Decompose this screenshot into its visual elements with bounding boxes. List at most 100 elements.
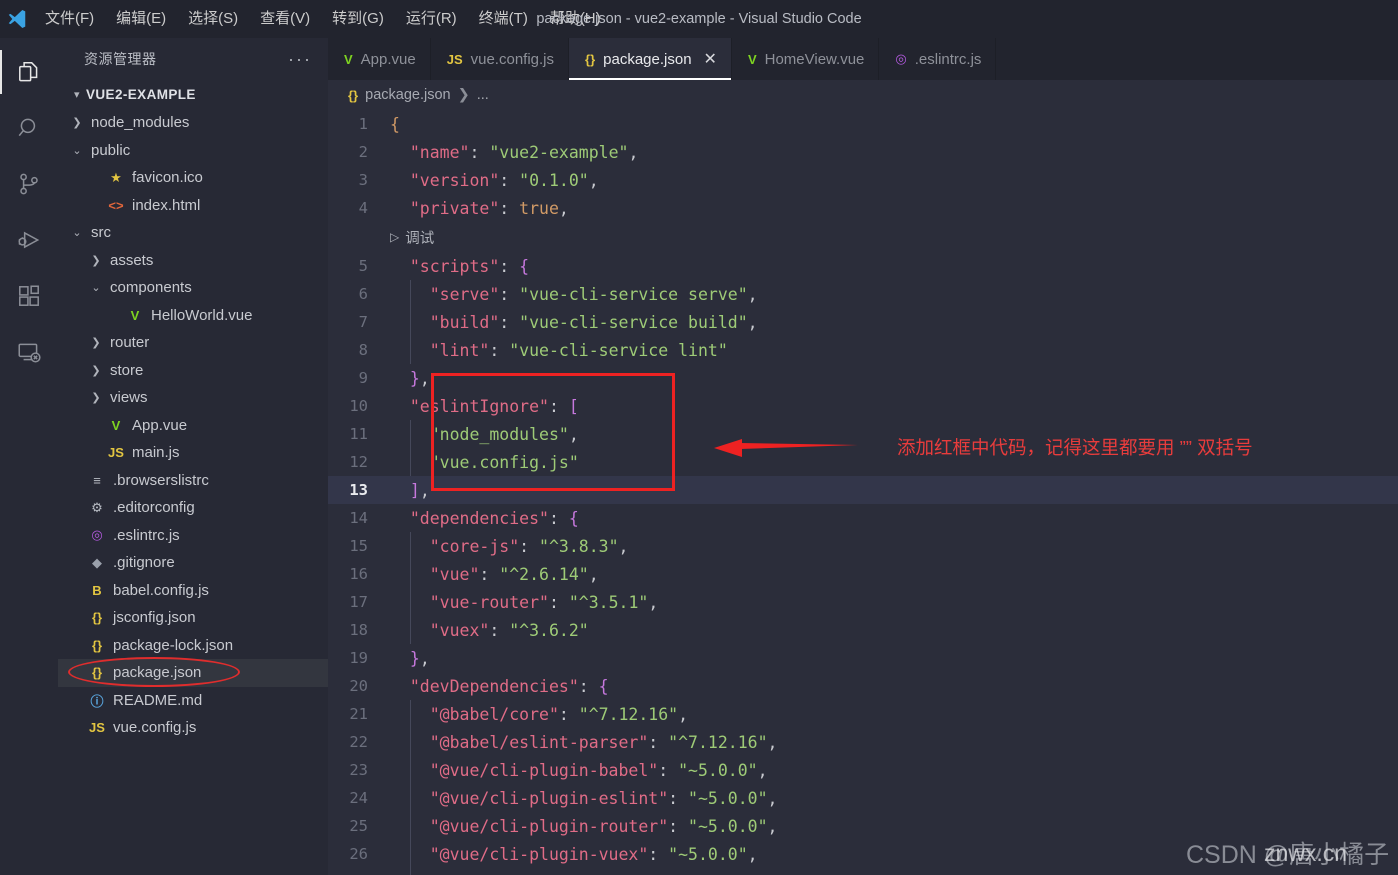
code-token: "~5.0.0" [678, 760, 758, 780]
code-line[interactable]: 25 "@vue/cli-plugin-router": "~5.0.0", [328, 812, 1398, 840]
tree-item-store[interactable]: ❯ store [58, 357, 328, 385]
tree-item-babel-config-js[interactable]: Bbabel.config.js [58, 577, 328, 605]
menu-view[interactable]: 查看(V) [249, 6, 321, 32]
tree-item-public[interactable]: ⌄ public [58, 137, 328, 165]
menu-edit[interactable]: 编辑(E) [105, 6, 177, 32]
breadcrumb-file[interactable]: package.json [365, 87, 450, 103]
menu-file[interactable]: 文件(F) [34, 6, 105, 32]
tree-item-views[interactable]: ❯ views [58, 384, 328, 412]
tab-vue-config-js[interactable]: JS vue.config.js [430, 38, 570, 80]
explorer-files-icon[interactable] [0, 44, 58, 100]
code-token: "vue-cli-service serve" [519, 284, 748, 304]
tree-item-label: jsconfig.json [113, 609, 196, 627]
chevron-right-icon[interactable]: ❯ [87, 391, 105, 404]
workspace-root-row[interactable]: ▾ VUE2-EXAMPLE [58, 80, 328, 108]
extensions-icon[interactable] [0, 268, 58, 324]
activity-bar [0, 38, 58, 875]
tree-item-label: main.js [132, 444, 180, 462]
code-line[interactable]: 18 "vuex": "^3.6.2" [328, 616, 1398, 644]
sidebar-header: 资源管理器 ··· [58, 38, 328, 80]
remote-explorer-icon[interactable] [0, 324, 58, 380]
code-line[interactable]: 27 "@vue/cli-service": "~5.0.0", [328, 868, 1398, 875]
code-token: "^2.6.14" [499, 564, 589, 584]
tree-item-favicon-ico[interactable]: ★ favicon.ico [58, 164, 328, 192]
tree-item--gitignore[interactable]: ◆ .gitignore [58, 549, 328, 577]
search-icon[interactable] [0, 100, 58, 156]
tab-package-json[interactable]: {} package.json ✕ [569, 38, 732, 80]
code-line[interactable]: 7 "build": "vue-cli-service build", [328, 308, 1398, 336]
code-line[interactable]: 17 "vue-router": "^3.5.1", [328, 588, 1398, 616]
code-line[interactable]: 15 "core-js": "^3.8.3", [328, 532, 1398, 560]
code-line[interactable]: 16 "vue": "^2.6.14", [328, 560, 1398, 588]
code-line[interactable]: 14 "dependencies": { [328, 504, 1398, 532]
tree-item-package-json[interactable]: {} package.json [58, 657, 328, 687]
code-line[interactable]: 4 "private": true, [328, 194, 1398, 222]
close-icon[interactable]: ✕ [704, 49, 717, 69]
menu-bar[interactable]: 文件(F) 编辑(E) 选择(S) 查看(V) 转到(G) 运行(R) 终端(T… [34, 0, 612, 38]
tree-item-readme-md[interactable]: ⓘ README.md [58, 687, 328, 715]
tree-item-helloworld-vue[interactable]: V HelloWorld.vue [58, 302, 328, 330]
code-line[interactable]: 20 "devDependencies": { [328, 672, 1398, 700]
chevron-down-icon[interactable]: ⌄ [87, 281, 105, 294]
code-line[interactable]: 2 "name": "vue2-example", [328, 138, 1398, 166]
tree-item-assets[interactable]: ❯ assets [58, 247, 328, 275]
chevron-down-icon[interactable]: ⌄ [68, 226, 86, 239]
chevron-right-icon[interactable]: ❯ [87, 254, 105, 267]
line-number: 8 [358, 341, 368, 359]
tree-item-main-js[interactable]: JS main.js [58, 439, 328, 467]
code-line[interactable]: 26 "@vue/cli-plugin-vuex": "~5.0.0", [328, 840, 1398, 868]
tree-item-vue-config-js[interactable]: JS vue.config.js [58, 714, 328, 742]
tree-item-node-modules[interactable]: ❯ node_modules [58, 109, 328, 137]
code-line[interactable]: 22 "@babel/eslint-parser": "^7.12.16", [328, 728, 1398, 756]
tree-item-label: store [110, 361, 144, 379]
tree-item-src[interactable]: ⌄ src [58, 219, 328, 247]
code-line[interactable]: 3 "version": "0.1.0", [328, 166, 1398, 194]
menu-run[interactable]: 运行(R) [395, 6, 468, 32]
code-line[interactable]: 9 }, [328, 364, 1398, 392]
chevron-right-icon[interactable]: ❯ [68, 116, 86, 129]
code-editor[interactable]: 1{2 "name": "vue2-example", 3 "version": … [328, 110, 1398, 875]
tree-item-app-vue[interactable]: V App.vue [58, 412, 328, 440]
line-number: 4 [358, 199, 368, 217]
tree-item-components[interactable]: ⌄ components [58, 274, 328, 302]
code-line[interactable]: 23 "@vue/cli-plugin-babel": "~5.0.0", [328, 756, 1398, 784]
chevron-right-icon[interactable]: ❯ [87, 364, 105, 377]
tree-item-package-lock-json[interactable]: {} package-lock.json [58, 632, 328, 660]
tree-item--eslintrc-js[interactable]: ◎ .eslintrc.js [58, 522, 328, 550]
code-line[interactable]: 21 "@babel/core": "^7.12.16", [328, 700, 1398, 728]
codelens-debug-action[interactable]: ▷ 调试 [390, 227, 434, 248]
code-line[interactable]: 5 "scripts": { [328, 252, 1398, 280]
code-line[interactable]: 13 ], [328, 476, 1398, 504]
code-line[interactable]: 6 "serve": "vue-cli-service serve", [328, 280, 1398, 308]
chevron-down-icon[interactable]: ⌄ [68, 144, 86, 157]
tree-item-jsconfig-json[interactable]: {} jsconfig.json [58, 604, 328, 632]
tree-item-label: public [91, 141, 131, 159]
source-control-branch-icon[interactable] [0, 156, 58, 212]
code-token: "vue.config.js" [429, 452, 579, 472]
tree-item--browserslistrc[interactable]: ≡ .browserslistrc [58, 467, 328, 495]
breadcrumb[interactable]: {} package.json ❯ ... [328, 80, 1398, 110]
tree-item-index-html[interactable]: <> index.html [58, 192, 328, 220]
breadcrumb-tail[interactable]: ... [477, 87, 489, 103]
code-token: "vue-router" [429, 592, 549, 612]
code-line[interactable]: 1{ [328, 110, 1398, 138]
line-text: "@vue/cli-plugin-eslint": "~5.0.0", [390, 789, 778, 808]
chevron-right-icon[interactable]: ❯ [87, 336, 105, 349]
tree-item--editorconfig[interactable]: ⚙ .editorconfig [58, 494, 328, 522]
menu-go[interactable]: 转到(G) [321, 6, 395, 32]
tab-app-vue[interactable]: V App.vue [328, 38, 431, 80]
menu-terminal[interactable]: 终端(T) [468, 6, 539, 32]
tab--eslintrc-js[interactable]: ◎ .eslintrc.js [879, 38, 997, 80]
code-token: , [419, 480, 430, 500]
code-token: "name" [409, 142, 470, 162]
code-line[interactable]: 24 "@vue/cli-plugin-eslint": "~5.0.0", [328, 784, 1398, 812]
menu-help[interactable]: 帮助(H) [539, 6, 612, 32]
code-line[interactable]: 8 "lint": "vue-cli-service lint" [328, 336, 1398, 364]
code-line[interactable]: 10 "eslintIgnore": [ [328, 392, 1398, 420]
tree-item-router[interactable]: ❯ router [58, 329, 328, 357]
tab-homeview-vue[interactable]: V HomeView.vue [731, 38, 880, 80]
code-line[interactable]: 19 }, [328, 644, 1398, 672]
run-and-debug-icon[interactable] [0, 212, 58, 268]
menu-selection[interactable]: 选择(S) [177, 6, 249, 32]
sidebar-more-actions-icon[interactable]: ··· [288, 50, 312, 68]
